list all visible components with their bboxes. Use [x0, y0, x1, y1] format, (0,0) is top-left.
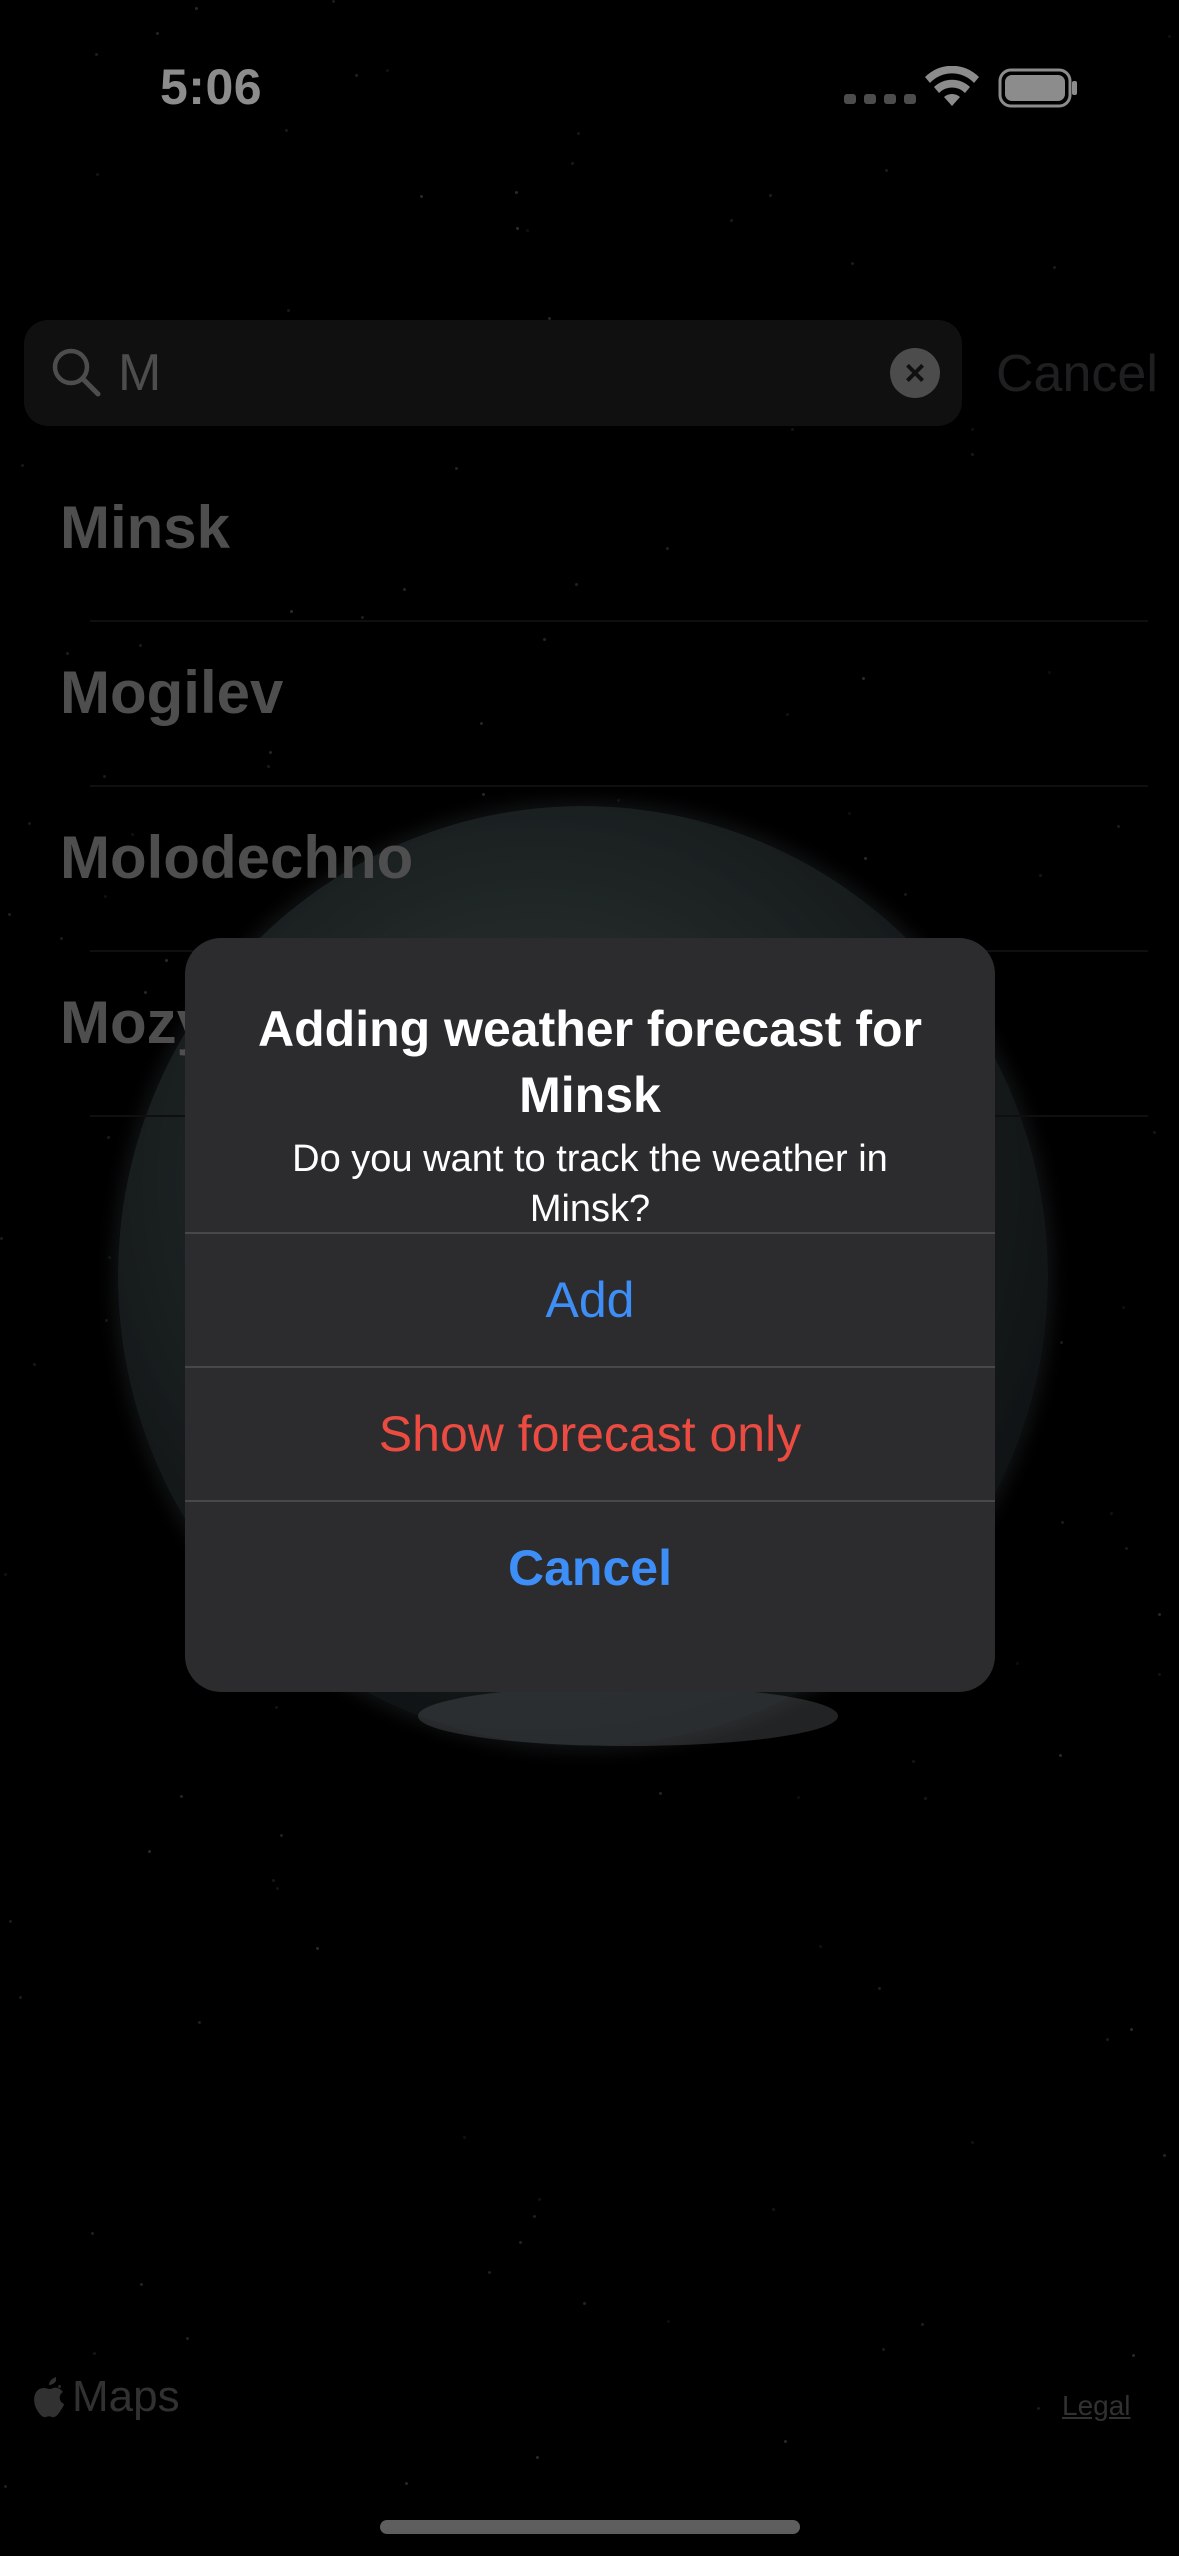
weather-search-screen: 5:06 × Cancel Minsk Mogilev Molodechno: [0, 0, 1179, 2556]
home-indicator[interactable]: [380, 2520, 800, 2534]
alert-message: Do you want to track the weather in Mins…: [292, 1138, 888, 1230]
add-location-alert: Adding weather forecast for Minsk Do you…: [185, 938, 995, 1692]
alert-cancel-button[interactable]: Cancel: [185, 1502, 995, 1634]
alert-title: Adding weather forecast for Minsk: [258, 1001, 922, 1123]
show-forecast-only-button[interactable]: Show forecast only: [185, 1368, 995, 1500]
add-button[interactable]: Add: [185, 1234, 995, 1366]
